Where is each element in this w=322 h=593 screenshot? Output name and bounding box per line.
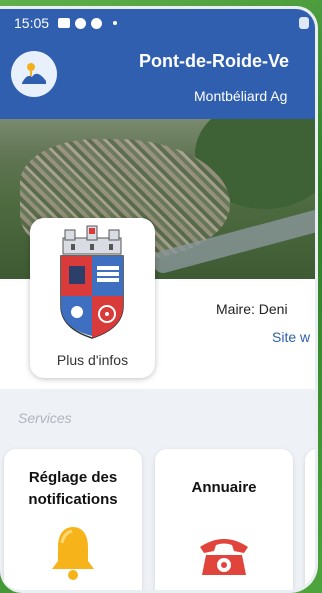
notifications-label-line1: Réglage des xyxy=(28,469,118,486)
status-bar: 15:05 xyxy=(0,9,315,37)
directory-label: Annuaire xyxy=(191,479,257,496)
directory-card[interactable]: Annuaire xyxy=(155,449,293,590)
coat-of-arms-icon xyxy=(60,225,124,339)
agglomeration-name: Montbéliard Ag xyxy=(194,88,288,104)
city-logo-icon xyxy=(22,63,46,84)
notifications-settings-card[interactable]: Réglage des notifications xyxy=(4,449,142,590)
app-header: Pont-de-Roide-Ve Montbéliard Ag xyxy=(0,37,315,119)
city-name: Pont-de-Roide-Ve xyxy=(139,51,290,71)
services-heading: Services xyxy=(18,410,72,426)
gallery-notification-icon xyxy=(58,18,71,28)
next-service-card[interactable] xyxy=(305,449,315,590)
cloud-notification-icon xyxy=(91,17,103,29)
bell-icon xyxy=(52,527,94,580)
more-info-button[interactable]: Plus d'infos xyxy=(30,352,155,368)
app-logo[interactable] xyxy=(11,51,57,97)
phone-screen: 15:05 Pont-de-Roide-Ve Montbéliard Ag Ma… xyxy=(0,6,318,593)
more-notifications-icon xyxy=(113,21,118,25)
website-link[interactable]: Site w xyxy=(272,329,310,345)
telephone-icon xyxy=(200,539,248,575)
notifications-label-line2: notifications xyxy=(28,491,118,508)
crest-card[interactable]: Plus d'infos xyxy=(30,218,155,378)
status-right-icon xyxy=(299,17,309,29)
status-time: 15:05 xyxy=(14,15,50,31)
mayor-name: Maire: Deni xyxy=(216,301,288,317)
app-notification-icon xyxy=(75,17,87,29)
